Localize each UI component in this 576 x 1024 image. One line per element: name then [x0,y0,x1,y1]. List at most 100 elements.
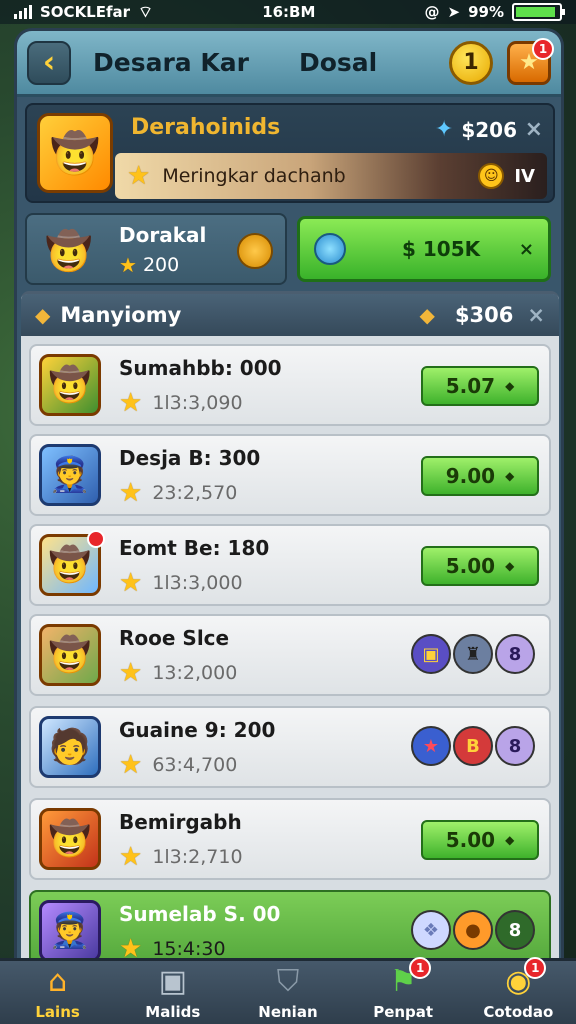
token-value: 8 [495,726,535,766]
token-value: 8 [495,634,535,674]
crystal-icon: ❖ [411,910,451,950]
chest-icon: ▣ [411,634,451,674]
star-icon: ★ [127,161,151,191]
globe-icon [314,233,346,265]
status-time: 16:BM [262,3,316,21]
list-item[interactable]: 🤠 Eomt Be: 180 ★ 1l3:3,000 5.00 ◆ [29,524,551,606]
tab-malids[interactable]: ▣ Malids [123,964,223,1021]
token-value: 8 [495,910,535,950]
token-group[interactable]: ❖ ● 8 [411,910,535,950]
item-sub: ★ 1l3:3,090 [119,388,243,418]
profile-balance: ✦ $206 [435,117,517,142]
tab-nenian[interactable]: ⛉ Nenian [238,964,338,1021]
at-icon: @ [424,3,440,21]
star-icon: ★ [119,658,143,688]
item-sub: ★ 1l3:2,710 [119,842,243,872]
chevron-left-icon: ‹ [42,45,56,80]
app-window: ‹ Desara Kar Dosal 1 ★ 1 🤠 Derahoinids ✦… [14,28,564,990]
cash-close-icon: × [518,238,534,260]
item-name: Desja B: 300 [119,446,261,470]
diamond-icon: ◆ [505,833,515,847]
star-icon: ★ [119,568,143,598]
strip-text: Meringkar dachanb [162,165,346,187]
tab-label: Lains [35,1002,80,1021]
battery-icon [512,3,565,21]
token-b: B [453,726,493,766]
profile-strip[interactable]: ★ Meringkar dachanb ☺ IV [115,153,547,199]
price-button[interactable]: 5.07 ◆ [421,366,539,406]
list-title: Manyiomy [60,303,182,327]
coin-icon: ☺ [478,163,505,189]
coin-stack-icon: ◆ [419,303,435,327]
tab-label: Nenian [258,1002,318,1021]
tab-home[interactable]: ⌂ Lains [8,964,108,1021]
header-title-right: Dosal [298,48,378,77]
diamond-icon: ◆ [505,559,515,573]
item-sub-value: 15:4:30 [152,938,226,960]
item-sub-value: 1l3:3,000 [152,572,243,594]
token-group[interactable]: ★ B 8 [411,726,535,766]
price-button[interactable]: 5.00 ◆ [421,820,539,860]
tab-badge: 1 [409,956,432,979]
profile-close-button[interactable]: × [525,117,543,142]
price-value: 5.00 [445,828,496,852]
back-button[interactable]: ‹ [27,40,71,85]
avatar: 👮 [39,900,101,962]
profile-panel: 🤠 Derahoinids ✦ $206 × ★ Meringkar dacha… [25,103,555,203]
cookie-icon [237,233,273,269]
item-sub-value: 1l3:2,710 [152,846,243,868]
list-amount: $306 [454,303,514,327]
item-name: Guaine 9: 200 [119,718,276,742]
item-sub: ★ 23:2,570 [119,478,237,508]
header: ‹ Desara Kar Dosal 1 ★ 1 [17,31,561,97]
reward-card-sub: ★ 200 [119,253,179,277]
price-button[interactable]: 5.00 ◆ [421,546,539,586]
offers-list-panel: ◆ Manyiomy ◆ $306 × 🤠 Sumahbb: 000 ★ 1l3:… [21,291,559,987]
cash-button[interactable]: $ 105K × [297,216,551,282]
avatar: 🤠 [39,624,101,686]
item-sub-value: 23:2,570 [152,482,238,504]
price-value: 9.00 [445,464,496,488]
location-icon: ➤ [447,3,461,21]
list-close-button[interactable]: × [527,303,545,327]
star-badge: 1 [532,37,554,60]
battery-percent: 99% [468,3,504,21]
star-button[interactable]: ★ 1 [507,37,554,85]
wifi-icon: ⌔ [138,2,154,21]
star-icon: ★ [119,842,143,872]
token-group[interactable]: ▣ ♜ 8 [411,634,535,674]
reward-card[interactable]: 🤠 Dorakal ★ 200 [25,213,287,285]
list-item[interactable]: 🤠 Sumahbb: 000 ★ 1l3:3,090 5.07 ◆ [29,344,551,426]
profile-amount: $206 [461,117,517,142]
item-sub-value: 13:2,000 [152,662,238,684]
player-avatar[interactable]: 🤠 [37,113,113,193]
coin-button[interactable]: 1 [449,40,493,85]
reward-card-name: Dorakal [119,223,207,247]
tower-icon: ♜ [453,634,493,674]
tab-penpat[interactable]: ⚑ 1 Penpat [353,956,453,1021]
list-item[interactable]: 🤠 Bemirgabh ★ 1l3:2,710 5.00 ◆ [29,798,551,880]
tab-cotodao[interactable]: ◉ 1 Cotodao [468,956,568,1021]
notification-dot [87,530,105,548]
list-item[interactable]: 🧑 Guaine 9: 200 ★ 63:4,700 ★ B 8 [29,706,551,788]
gem-icon: ✦ [434,117,454,142]
diamond-icon: ◆ [505,379,515,393]
signal-icon [14,5,32,19]
avatar: 🤠 [39,808,101,870]
list-item[interactable]: 🤠 Rooe Slce ★ 13:2,000 ▣ ♜ 8 [29,614,551,696]
coin-value: 1 [463,50,479,75]
item-name: Sumelab S. 00 [119,902,281,926]
item-sub-value: 63:4,700 [152,754,238,776]
price-button[interactable]: 9.00 ◆ [421,456,539,496]
tab-badge: 1 [524,956,547,979]
star-icon: ★ [119,388,143,418]
item-sub: ★ 1l3:3,000 [119,568,243,598]
price-value: 5.00 [445,554,496,578]
strip-value: IV [514,165,535,187]
item-name: Rooe Slce [119,626,230,650]
star-badge-icon: ★ [411,726,451,766]
tab-label: Penpat [373,1002,434,1021]
item-name: Bemirgabh [119,810,242,834]
home-icon: ⌂ [48,964,68,999]
list-item[interactable]: 👮 Desja B: 300 ★ 23:2,570 9.00 ◆ [29,434,551,516]
